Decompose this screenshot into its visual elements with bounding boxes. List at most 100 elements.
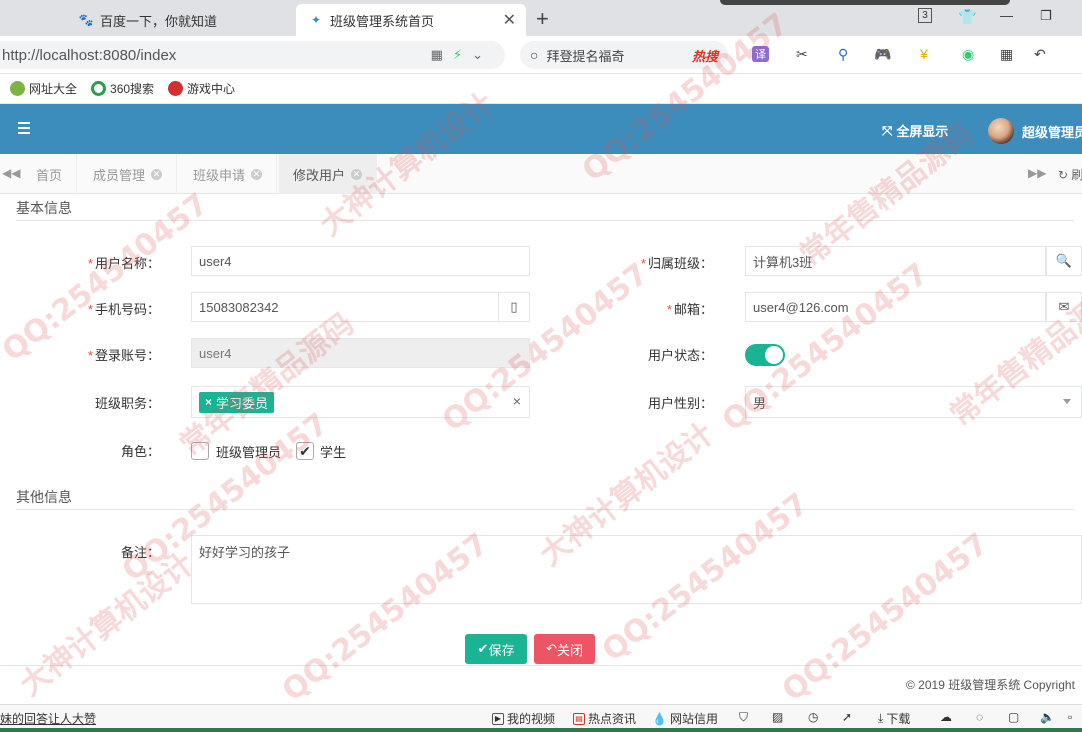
hot-search-label[interactable]: 热搜 [692,46,718,65]
section-divider [16,509,1074,510]
user-name-input[interactable]: user4 [191,246,530,276]
page-tab-bar: ◀◀ 首页 成员管理 ✕ 班级申请 ✕ 修改用户 ✕ ▶▶ ↻ 刷 [0,154,1082,194]
fullscreen-label: 全屏显示 [896,124,949,139]
tabs-scroll-left-icon[interactable]: ◀◀ [2,166,20,180]
watermark: 常年售精品源码 [173,306,361,464]
coin-icon[interactable]: ¥ [920,46,928,62]
role-class-admin-label[interactable]: 班级管理员 [216,442,281,461]
cloud-icon[interactable]: ☁ [940,710,952,724]
remark-label: 备注： [120,545,160,560]
url-text: http://localhost:8080/index [2,46,177,64]
portal-icon [10,81,25,96]
site-credit-button[interactable]: 💧 网站信用 [652,710,718,727]
game-center-icon [168,81,184,96]
browser-tab-baidu[interactable]: 🐾 百度一下，你就知道 [66,4,294,36]
status-label: 用户状态： [647,348,713,363]
status-toggle[interactable] [745,344,785,366]
chevron-down-icon [1063,399,1071,404]
role-class-admin-checkbox[interactable] [191,442,209,460]
duty-chip[interactable]: × 学习委员 [199,391,275,413]
gamepad-icon[interactable]: 🎮 [874,46,891,63]
my-video-button[interactable]: ▶ 我的视频 [492,710,555,727]
scissors-icon[interactable]: ✂ [796,46,808,63]
hot-news-button[interactable]: ▤ 热点资讯 [573,710,636,727]
shirt-icon[interactable]: 👕 [958,8,977,26]
url-field[interactable]: http://localhost:8080/index ▦⚡⌄ [0,41,505,69]
email-input[interactable]: user4@126.com [745,292,1046,322]
tab-class-application[interactable]: 班级申请 ✕ [179,154,278,194]
image-icon[interactable]: ▨ [772,710,783,724]
user-name[interactable]: 超级管理员 [1022,122,1082,141]
tab-close-icon[interactable]: ✕ [503,10,516,30]
menu-toggle-icon[interactable] [18,122,30,134]
magnifier-icon[interactable]: ⚲ [838,46,848,63]
search-360-icon [91,81,107,96]
phone-input[interactable]: 15083082342 [191,292,499,322]
translate-icon[interactable]: 译 [752,46,769,62]
green-circle-icon[interactable]: ◉ [962,46,974,63]
clear-icon[interactable]: × [513,393,521,409]
remark-textarea[interactable]: 好好学习的孩子 [191,535,1082,604]
label-text: 手机号码： [94,302,160,317]
role-student-label[interactable]: 学生 [320,442,346,461]
rocket-icon[interactable]: ➚ [842,710,852,724]
bookmark-url-portal[interactable]: 网址大全 [10,80,77,97]
bookmarks-bar: 网址大全 360搜索 游戏中心 [0,74,1082,104]
avatar[interactable] [988,118,1014,144]
chip-remove-icon[interactable]: × [205,395,212,409]
shield-icon[interactable]: ⛉ [739,710,748,725]
apps-grid-icon[interactable]: ▦ [1000,46,1013,63]
minimize-icon[interactable]: — [1000,8,1013,23]
class-search-button[interactable]: 🔍 [1046,246,1082,276]
undo-icon[interactable]: ↶ [1034,46,1046,63]
news-link[interactable]: 妹的回答让人大赞 [0,710,96,727]
email-label: * 邮箱： [666,302,713,317]
restore-icon[interactable]: ❐ [1040,8,1052,24]
role-student-checkbox[interactable]: ✔ [296,442,314,460]
news-icon: ▤ [573,712,585,725]
new-tab-button[interactable]: + [536,6,549,32]
tab-close-icon[interactable]: ✕ [251,168,263,180]
watermark: 大神计算机设计 [13,546,201,704]
browser-tab-class-system[interactable]: ✦ 班级管理系统首页 ✕ [296,4,526,36]
tab-edit-user[interactable]: 修改用户 ✕ [279,154,378,194]
tab-close-icon[interactable]: ✕ [351,168,363,180]
login-account-input: user4 [191,338,530,368]
url-action-icons[interactable]: ▦⚡⌄ [431,47,493,63]
close-button[interactable]: ↶ 关闭 [534,634,595,664]
chip-label: 学习委员 [216,395,269,411]
tab-home[interactable]: 首页 [22,154,78,194]
login-account-label: * 登录账号： [87,348,160,363]
label-text: 邮箱： [673,302,713,317]
volume-icon[interactable]: 🔈 [1040,710,1055,724]
browser-tab-label: 百度一下，你就知道 [100,13,218,29]
window-icon[interactable]: ▢ [1008,710,1019,724]
search-icon: 🔍 [1055,253,1073,268]
user-name-label: * 用户名称： [87,256,160,271]
leaf-icon: ✦ [310,13,322,27]
bookmark-360-search[interactable]: 360搜索 [91,80,154,97]
tab-count-badge[interactable]: 3 [918,8,932,23]
tab-label: 成员管理 [93,167,146,183]
app-header: ⤧ 全屏显示 超级管理员 [0,104,1082,154]
tab-close-icon[interactable]: ✕ [151,168,163,180]
more-icon[interactable]: ▫ [1068,710,1072,724]
checkmark-icon: ✔ [299,442,311,459]
duty-select[interactable]: × 学习委员 × [191,386,530,418]
refresh-button[interactable]: ↻ 刷 [1058,166,1082,183]
phone-label: * 手机号码： [87,302,160,317]
tabs-scroll-right-icon[interactable]: ▶▶ [1028,166,1046,180]
save-button[interactable]: ✔ 保存 [465,634,527,664]
role-label: 角色： [120,444,160,459]
browser-search-box[interactable]: ○ 拜登提名福奇 热搜 [520,41,728,69]
download-icon: ⤓ [878,711,884,725]
gender-select[interactable]: 男 [745,386,1082,418]
download-button[interactable]: ⤓ 下载 [878,710,910,727]
bookmark-game-center[interactable]: 游戏中心 [168,80,235,97]
tab-member-management[interactable]: 成员管理 ✕ [79,154,178,194]
chat-icon[interactable]: ◌ [976,710,983,724]
refresh-circle-icon[interactable]: ◷ [808,710,818,724]
fullscreen-button[interactable]: ⤧ 全屏显示 [882,121,948,140]
search-placeholder: 拜登提名福奇 [546,48,625,64]
class-input[interactable]: 计算机3班 [745,246,1046,276]
